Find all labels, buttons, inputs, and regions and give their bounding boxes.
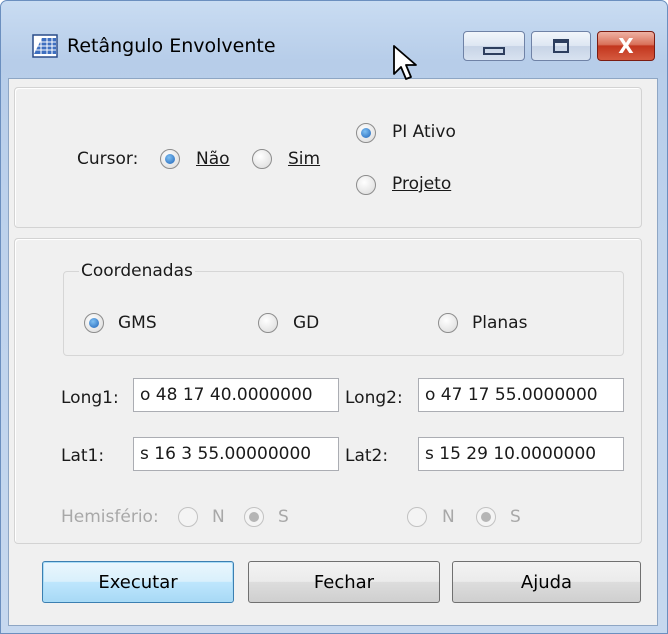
long1-input[interactable]: o 48 17 40.0000000 [133,378,339,412]
long2-label: Long2: [345,388,403,408]
hemisferio-label: Hemisfério: [61,507,159,527]
gd-radio[interactable] [258,313,278,333]
planas-label[interactable]: Planas [472,313,527,333]
projeto-label[interactable]: Projeto [392,174,451,194]
fechar-button[interactable]: Fechar [248,561,440,603]
lat2-input[interactable]: s 15 29 10.0000000 [418,437,624,471]
executar-button[interactable]: Executar [42,561,234,603]
lat1-input[interactable]: s 16 3 55.00000000 [133,437,339,471]
hemisferio-left-s-radio[interactable] [244,507,264,527]
lat1-label: Lat1: [61,446,105,466]
hemisferio-left-n-label[interactable]: N [212,507,225,527]
projeto-radio[interactable] [356,175,376,195]
coordenadas-legend: Coordenadas [79,261,195,281]
cursor-sim-radio[interactable] [252,149,272,169]
hemisferio-right-n-label[interactable]: N [442,507,455,527]
minimize-icon [483,47,505,55]
hemisferio-left-s-label[interactable]: S [278,507,289,527]
maximize-button[interactable] [531,31,591,61]
hemisferio-right-s-label[interactable]: S [510,507,521,527]
cursor-label: Cursor: [77,149,139,169]
gms-radio[interactable] [84,313,104,333]
minimize-button[interactable] [463,31,525,61]
pi-ativo-label[interactable]: PI Ativo [392,122,456,142]
cursor-nao-radio[interactable] [160,149,180,169]
ajuda-button[interactable]: Ajuda [452,561,641,603]
mouse-pointer-icon [393,45,417,80]
hemisferio-right-n-radio[interactable] [407,507,427,527]
cursor-sim-label[interactable]: Sim [288,149,320,169]
cursor-nao-label[interactable]: Não [196,149,230,169]
gd-label[interactable]: GD [293,313,319,333]
long2-input[interactable]: o 47 17 55.0000000 [418,378,624,412]
window-title: Retângulo Envolvente [67,35,276,57]
maximize-icon [553,39,569,53]
hemisferio-left-n-radio[interactable] [178,507,198,527]
close-button[interactable]: X [597,31,655,61]
close-icon: X [618,34,634,58]
app-grid-icon [32,34,58,58]
long1-label: Long1: [61,388,119,408]
title-bar[interactable]: Retângulo Envolvente X [1,1,667,79]
pi-ativo-radio[interactable] [356,123,376,143]
planas-radio[interactable] [438,313,458,333]
hemisferio-right-s-radio[interactable] [476,507,496,527]
gms-label[interactable]: GMS [118,313,157,333]
lat2-label: Lat2: [345,446,389,466]
